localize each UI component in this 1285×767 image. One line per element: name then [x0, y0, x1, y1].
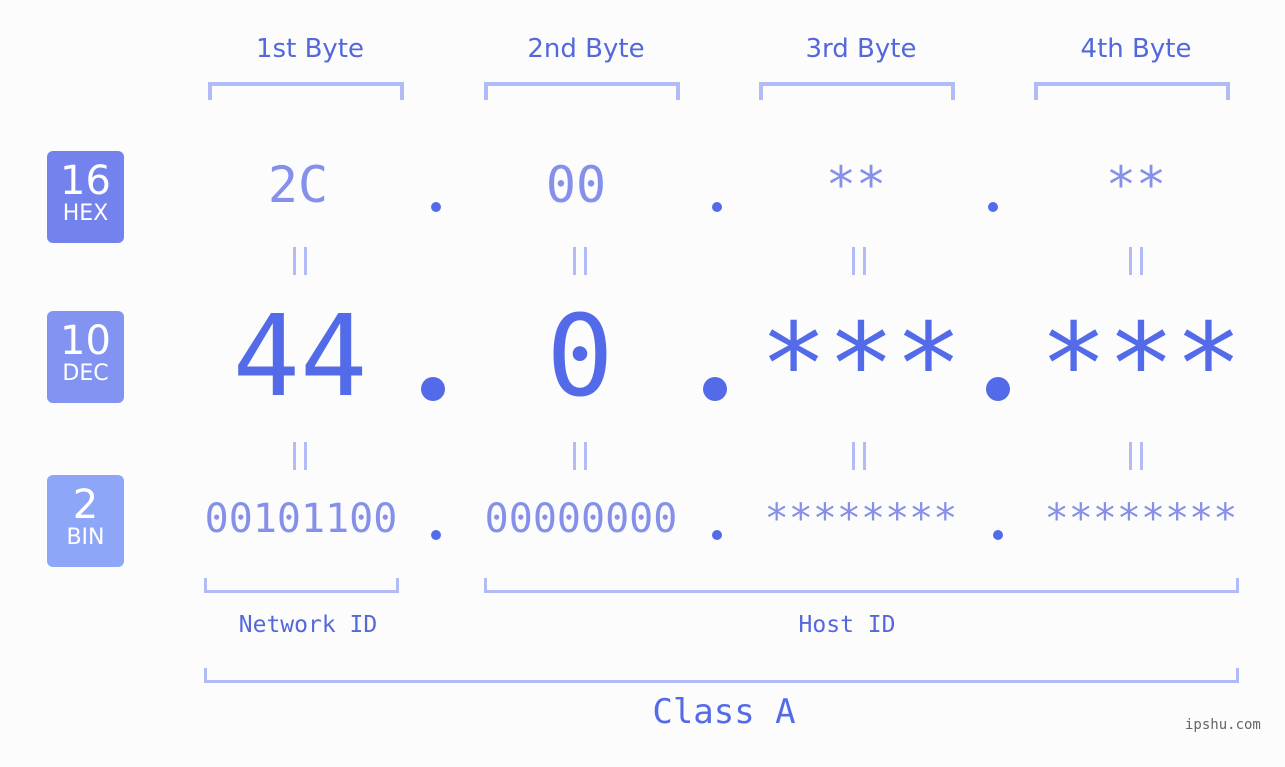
- hex-label: HEX: [62, 201, 109, 226]
- byte-bracket-2: [484, 82, 680, 100]
- byte-bracket-1: [208, 82, 404, 100]
- equals-icon: [293, 247, 307, 275]
- bin-badge: 2 BIN: [47, 475, 124, 567]
- byte-header-4: 4th Byte: [1080, 34, 1192, 64]
- equals-icon: [852, 247, 866, 275]
- equals-icon: [1129, 442, 1143, 470]
- bin-byte-4: ********: [1044, 496, 1238, 542]
- dec-dot-1: [421, 377, 445, 401]
- bin-byte-1: 00101100: [204, 496, 398, 542]
- byte-header-3: 3rd Byte: [805, 34, 917, 64]
- bin-dot-3: [993, 530, 1003, 540]
- hex-byte-4: **: [1105, 156, 1167, 214]
- byte-bracket-4: [1034, 82, 1230, 100]
- dec-base: 10: [60, 318, 111, 364]
- bin-byte-3: ********: [764, 496, 958, 542]
- dec-label: DEC: [62, 361, 109, 386]
- hex-badge: 16 HEX: [47, 151, 124, 243]
- equals-icon: [852, 442, 866, 470]
- bin-byte-2: 00000000: [484, 496, 678, 542]
- dec-byte-1: 44: [232, 292, 368, 422]
- byte-header-1: 1st Byte: [256, 34, 364, 64]
- bin-base: 2: [72, 482, 99, 528]
- bin-dot-2: [712, 530, 722, 540]
- equals-icon: [573, 247, 587, 275]
- class-label: Class A: [652, 692, 796, 732]
- dec-badge: 10 DEC: [47, 311, 124, 403]
- dec-byte-2: 0: [546, 292, 614, 422]
- class-bracket: [204, 668, 1239, 683]
- hex-byte-1: 2C: [267, 156, 329, 214]
- bin-dot-1: [431, 530, 441, 540]
- dec-byte-4: ***: [1039, 300, 1243, 430]
- watermark: ipshu.com: [1185, 717, 1261, 733]
- network-id-label: Network ID: [238, 612, 378, 638]
- host-id-bracket: [484, 578, 1239, 593]
- dec-byte-3: ***: [759, 300, 963, 430]
- hex-byte-3: **: [825, 156, 887, 214]
- byte-bracket-3: [759, 82, 955, 100]
- network-id-bracket: [204, 578, 399, 593]
- hex-dot-2: [712, 202, 722, 212]
- equals-icon: [573, 442, 587, 470]
- hex-dot-1: [431, 202, 441, 212]
- hex-dot-3: [988, 202, 998, 212]
- equals-icon: [1129, 247, 1143, 275]
- dec-dot-2: [703, 377, 727, 401]
- bin-label: BIN: [66, 525, 105, 550]
- byte-header-2: 2nd Byte: [527, 34, 645, 64]
- host-id-label: Host ID: [798, 612, 896, 638]
- hex-byte-2: 00: [545, 156, 607, 214]
- equals-icon: [293, 442, 307, 470]
- dec-dot-3: [986, 377, 1010, 401]
- hex-base: 16: [60, 158, 111, 204]
